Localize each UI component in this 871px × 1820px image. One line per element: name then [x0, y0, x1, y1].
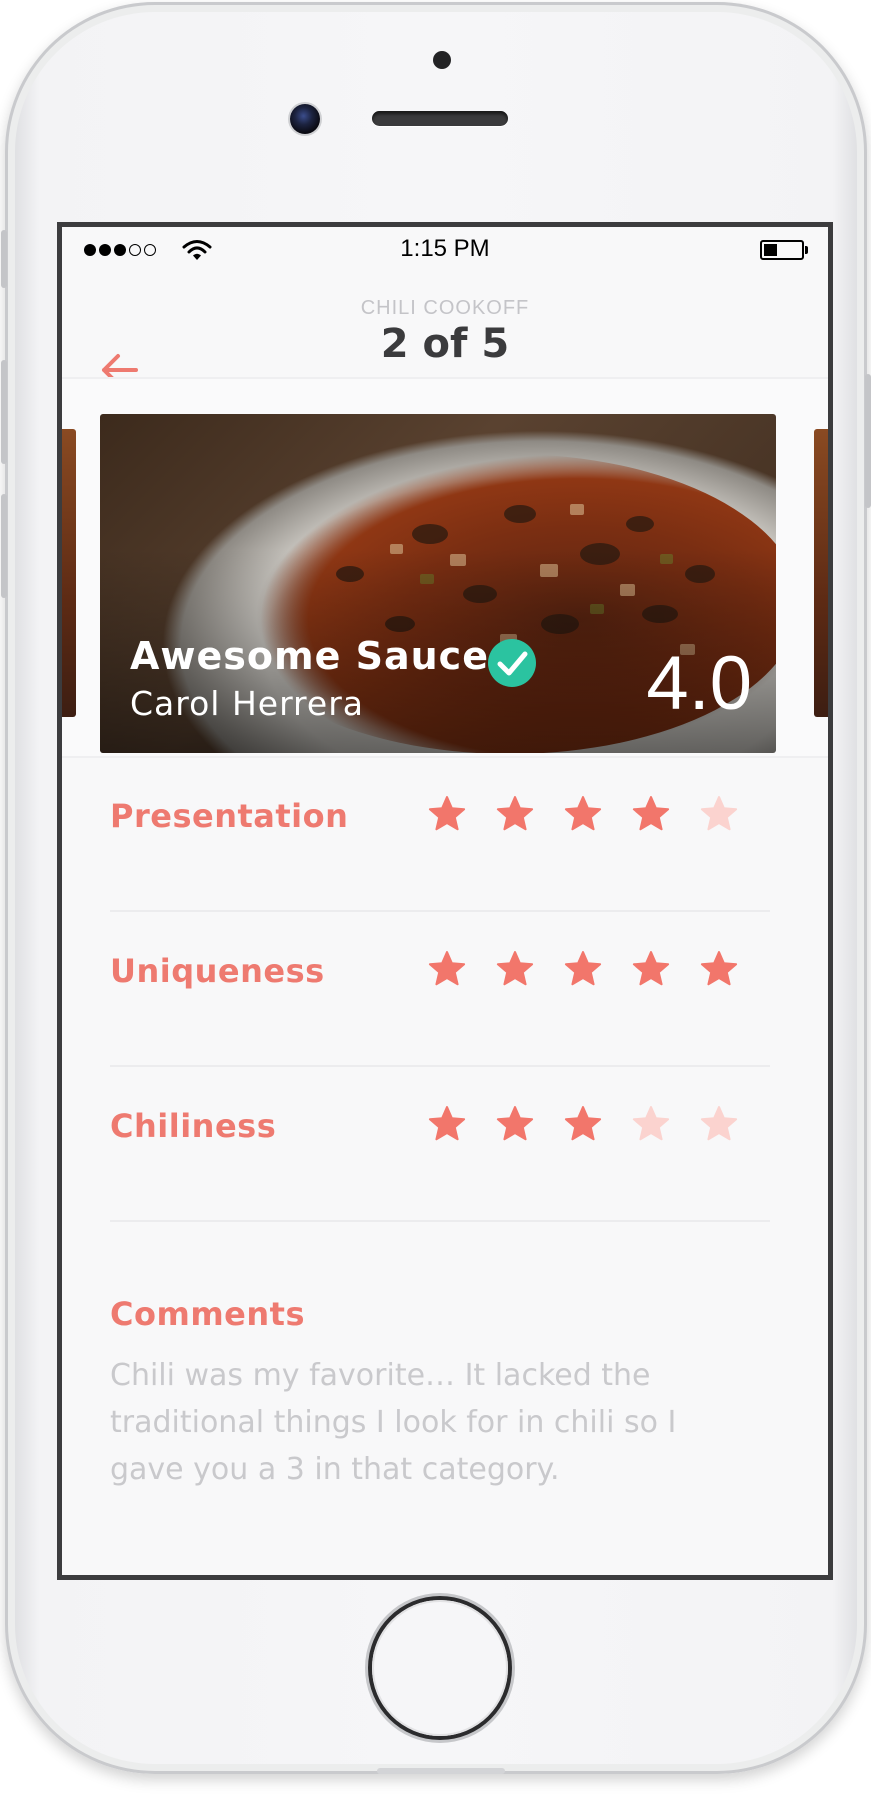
nav-subtitle: CHILI COOKOFF: [360, 297, 530, 319]
star-rating[interactable]: [428, 1105, 738, 1143]
chef-name: Carol Herrera: [130, 684, 364, 723]
app-screen: 1:15 PM CHILI COOKOFF 2 of 5 Awesome Sau…: [57, 222, 833, 1580]
home-button[interactable]: [372, 1600, 508, 1736]
star-empty-icon[interactable]: [632, 1105, 670, 1143]
star-filled-icon[interactable]: [496, 795, 534, 833]
star-filled-icon[interactable]: [428, 950, 466, 988]
star-filled-icon[interactable]: [700, 950, 738, 988]
star-empty-icon[interactable]: [700, 795, 738, 833]
star-filled-icon[interactable]: [632, 950, 670, 988]
phone-frame: 1:15 PM CHILI COOKOFF 2 of 5 Awesome Sau…: [1, 2, 871, 1774]
rating-label: Chiliness: [110, 1107, 277, 1145]
rating-label: Presentation: [110, 797, 349, 835]
volume-up-button: [1, 360, 7, 464]
status-time: 1:15 PM: [400, 235, 490, 262]
entry-carousel[interactable]: Awesome Sauce Carol Herrera 4.0: [62, 379, 828, 756]
status-bar: 1:15 PM: [62, 227, 828, 267]
proximity-sensor: [433, 51, 451, 69]
star-rating[interactable]: [428, 950, 738, 988]
page-title: 2 of 5: [380, 321, 510, 367]
star-rating[interactable]: [428, 795, 738, 833]
row-divider: [110, 1220, 770, 1222]
star-empty-icon[interactable]: [700, 1105, 738, 1143]
rating-label: Uniqueness: [110, 952, 325, 990]
verified-check-icon: [488, 639, 536, 687]
star-filled-icon[interactable]: [564, 795, 602, 833]
front-camera: [290, 104, 320, 134]
previous-entry-card[interactable]: [62, 429, 76, 717]
dish-name: Awesome Sauce: [130, 634, 489, 678]
star-filled-icon[interactable]: [428, 1105, 466, 1143]
star-filled-icon[interactable]: [564, 950, 602, 988]
entry-score: 4.0: [646, 641, 752, 726]
star-filled-icon[interactable]: [496, 1105, 534, 1143]
rating-row-presentation: Presentation: [110, 757, 776, 912]
silent-switch: [1, 230, 7, 288]
volume-down-button: [1, 494, 7, 598]
star-filled-icon[interactable]: [632, 795, 670, 833]
comments-text[interactable]: Chili was my favorite… It lacked the tra…: [110, 1352, 750, 1493]
rating-row-chiliness: Chiliness: [110, 1067, 776, 1222]
navigation-bar: CHILI COOKOFF 2 of 5: [62, 267, 828, 386]
bottom-grille: [377, 1768, 505, 1774]
rating-row-uniqueness: Uniqueness: [110, 912, 776, 1067]
star-filled-icon[interactable]: [428, 795, 466, 833]
next-entry-card[interactable]: [814, 429, 828, 717]
star-filled-icon[interactable]: [564, 1105, 602, 1143]
entry-card[interactable]: Awesome Sauce Carol Herrera 4.0: [100, 414, 776, 753]
earpiece-speaker: [372, 111, 508, 126]
star-filled-icon[interactable]: [496, 950, 534, 988]
comments-heading: Comments: [110, 1295, 305, 1333]
battery-icon: [760, 240, 808, 260]
power-button: [865, 374, 871, 508]
